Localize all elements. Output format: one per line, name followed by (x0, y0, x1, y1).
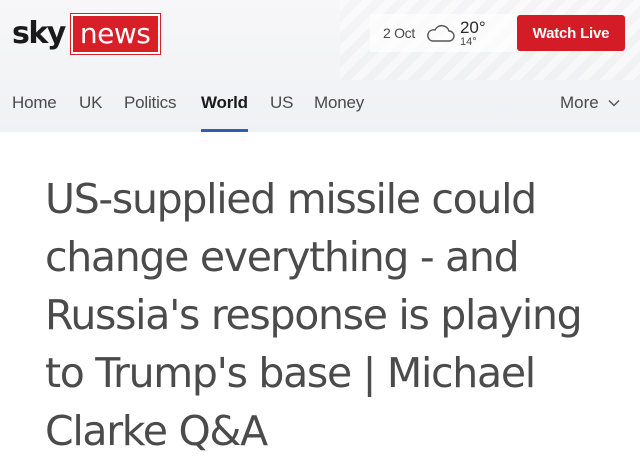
weather-temps: 20° 14° (460, 19, 486, 48)
article-headline: US-supplied missile could change everyth… (45, 175, 583, 455)
sky-news-logo[interactable]: sky news (12, 14, 161, 54)
active-nav-indicator (201, 129, 248, 132)
nav-item-politics[interactable]: Politics (124, 93, 176, 113)
nav-item-world[interactable]: World (201, 93, 248, 113)
chevron-down-icon (608, 99, 620, 107)
nav-item-us[interactable]: US (270, 93, 293, 113)
weather-date: 2 Oct (383, 25, 415, 41)
logo-news-text: news (70, 14, 161, 54)
logo-sky-text: sky (12, 16, 66, 51)
temp-high: 20° (459, 17, 486, 37)
cloud-icon (427, 24, 455, 42)
nav-item-uk[interactable]: UK (79, 93, 102, 113)
nav-item-money[interactable]: Money (314, 93, 364, 113)
temp-low: 14° (459, 35, 477, 48)
main-nav: Home UK Politics World US Money More (0, 90, 640, 132)
site-header: sky news 2 Oct 20° 14° Watch Live Home U… (0, 0, 640, 132)
watch-live-button[interactable]: Watch Live (517, 15, 625, 51)
weather-widget[interactable]: 2 Oct 20° 14° (370, 14, 520, 52)
more-label: More (560, 93, 599, 112)
more-menu-button[interactable]: More (560, 93, 620, 113)
nav-item-home[interactable]: Home (12, 93, 57, 113)
